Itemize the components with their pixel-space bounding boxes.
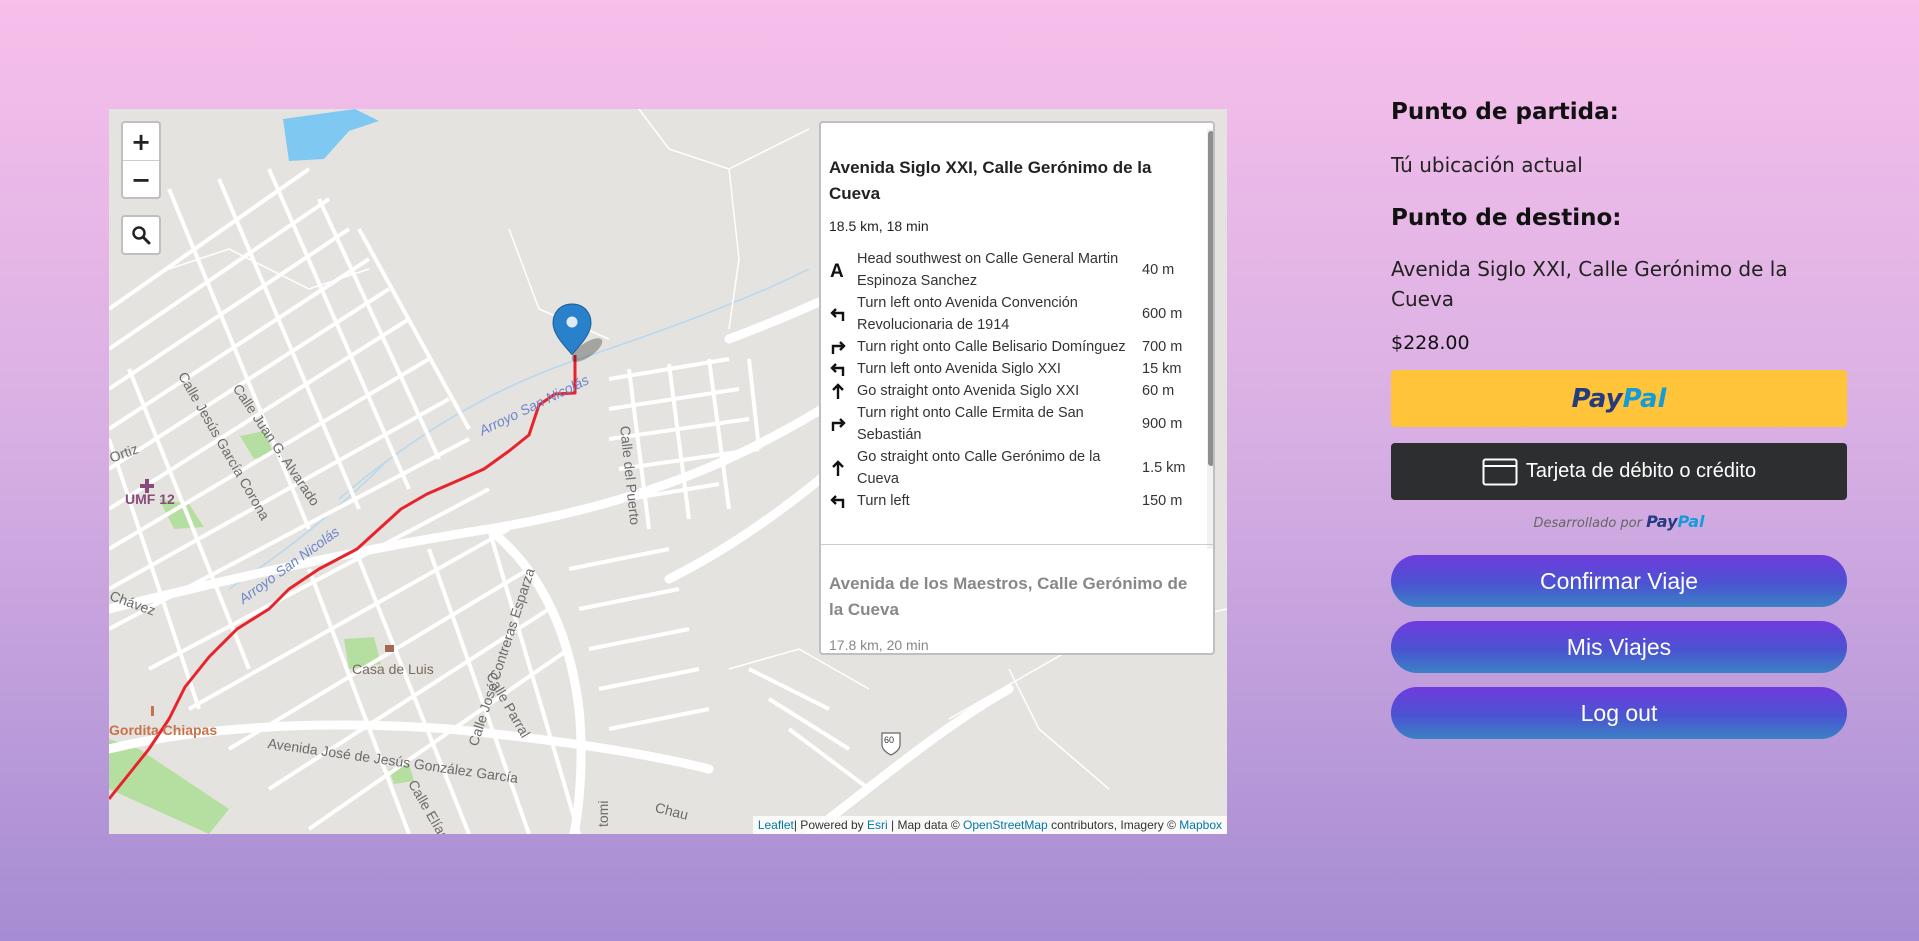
paypal-logo-pal: Pal bbox=[1677, 512, 1705, 531]
paypal-logo-pal: Pal bbox=[1622, 383, 1667, 414]
destination-value: Avenida Siglo XXI, Calle Gerónimo de la … bbox=[1391, 257, 1788, 311]
scrollbar-thumb[interactable] bbox=[1208, 131, 1213, 466]
esri-link[interactable]: Esri bbox=[867, 818, 888, 832]
routing-panel: Avenida Siglo XXI, Calle Gerónimo de la … bbox=[819, 121, 1215, 655]
paypal-logo-pay: Pay bbox=[1571, 383, 1623, 414]
step-text: Turn left onto Avenida Convención Revolu… bbox=[857, 295, 1078, 333]
step-distance: 900 m bbox=[1142, 416, 1183, 432]
map-label: Gordita Chiapas bbox=[109, 722, 218, 738]
route-summary: 17.8 km, 20 min bbox=[829, 637, 929, 653]
confirm-trip-button[interactable]: Confirmar Viaje bbox=[1391, 555, 1847, 607]
turn-left-icon bbox=[829, 360, 857, 378]
route-title: Avenida de los Maestros, Calle Gerónimo … bbox=[829, 574, 1188, 619]
step-distance: 1.5 km bbox=[1142, 460, 1186, 476]
search-icon bbox=[132, 226, 151, 245]
map-attribution: Leaflet| Powered by Esri | Map data © Op… bbox=[752, 816, 1227, 834]
step-text: Head southwest on Calle General Martin E… bbox=[857, 251, 1119, 289]
lodging-icon bbox=[385, 645, 394, 652]
trip-panel: Punto de partida: Tú ubicación actual Pu… bbox=[1391, 96, 1847, 739]
zoom-in-button[interactable]: + bbox=[123, 123, 159, 160]
map-label: Casa de Luis bbox=[352, 661, 434, 677]
park bbox=[109, 739, 229, 834]
origin-label: Punto de partida: bbox=[1391, 99, 1619, 125]
route-step[interactable]: Turn left onto Avenida Siglo XXI 15 km bbox=[829, 358, 1198, 380]
my-trips-button[interactable]: Mis Viajes bbox=[1391, 621, 1847, 673]
logout-button[interactable]: Log out bbox=[1391, 687, 1847, 739]
route-step[interactable]: Turn left 150 m bbox=[829, 490, 1198, 512]
step-distance: 600 m bbox=[1142, 306, 1183, 322]
attribution-text: | Powered by bbox=[793, 818, 868, 832]
route-title: Avenida Siglo XXI, Calle Gerónimo de la … bbox=[829, 158, 1152, 203]
mapbox-link[interactable]: Mapbox bbox=[1179, 818, 1222, 832]
step-text: Turn left bbox=[857, 493, 910, 509]
turn-left-icon bbox=[829, 305, 857, 323]
zoom-control: + − bbox=[121, 121, 161, 199]
route-step[interactable]: Turn right onto Calle Ermita de San Seba… bbox=[829, 402, 1198, 446]
straight-icon bbox=[829, 382, 857, 400]
turn-right-icon bbox=[829, 338, 857, 356]
attribution-text: | Map data © bbox=[887, 818, 964, 832]
geocoder-search-button[interactable] bbox=[121, 215, 161, 255]
card-button-label: Tarjeta de débito o crédito bbox=[1525, 460, 1757, 482]
powered-by-text: Desarrollado por bbox=[1533, 516, 1642, 531]
step-distance: 15 km bbox=[1142, 361, 1182, 377]
depart-icon: A bbox=[829, 261, 857, 279]
route-step[interactable]: Go straight onto Calle Gerónimo de la Cu… bbox=[829, 446, 1198, 490]
step-distance: 700 m bbox=[1142, 339, 1183, 355]
card-payment-button[interactable]: Tarjeta de débito o crédito bbox=[1391, 443, 1847, 500]
turn-left-icon bbox=[829, 492, 857, 510]
svg-text:A: A bbox=[830, 261, 844, 279]
route-step[interactable]: Turn right onto Calle Belisario Domíngue… bbox=[829, 336, 1198, 358]
step-text: Turn left onto Avenida Siglo XXI bbox=[857, 361, 1061, 377]
step-text: Go straight onto Avenida Siglo XXI bbox=[857, 383, 1080, 399]
trip-price: $228.00 bbox=[1391, 332, 1470, 354]
step-text: Turn right onto Calle Ermita de San Seba… bbox=[857, 405, 1084, 443]
route-summary: 18.5 km, 18 min bbox=[829, 218, 929, 234]
origin-value: Tú ubicación actual bbox=[1391, 153, 1583, 177]
instruction-list: A Head southwest on Calle General Martin … bbox=[829, 248, 1198, 512]
step-text: Turn right onto Calle Belisario Domíngue… bbox=[857, 339, 1126, 355]
map-label: UMF 12 bbox=[125, 491, 175, 507]
route-alternative-selected[interactable]: Avenida Siglo XXI, Calle Gerónimo de la … bbox=[821, 123, 1206, 544]
paypal-logo-pay: Pay bbox=[1646, 512, 1678, 531]
step-distance: 40 m bbox=[1142, 262, 1175, 278]
restaurant-icon bbox=[151, 706, 154, 716]
attribution-text: contributors, Imagery © bbox=[1047, 818, 1180, 832]
highway-shield-label: 60 bbox=[884, 735, 895, 745]
paypal-button[interactable]: Pay Pal bbox=[1391, 370, 1847, 427]
credit-card-icon bbox=[1482, 458, 1518, 485]
osm-link[interactable]: OpenStreetMap bbox=[963, 818, 1048, 832]
map[interactable]: Arroyo San Nicolás Arroyo San Nicolás Ca… bbox=[109, 109, 1227, 834]
straight-icon bbox=[829, 459, 857, 477]
powered-by-paypal: Desarrollado por PayPal bbox=[1391, 512, 1847, 531]
leaflet-link[interactable]: Leaflet bbox=[758, 818, 794, 832]
step-text: Go straight onto Calle Gerónimo de la Cu… bbox=[857, 449, 1101, 487]
turn-right-icon bbox=[829, 415, 857, 433]
route-step[interactable]: Go straight onto Avenida Siglo XXI 60 m bbox=[829, 380, 1198, 402]
map-label: tomi bbox=[595, 800, 611, 827]
step-distance: 60 m bbox=[1142, 383, 1175, 399]
route-alternative[interactable]: Avenida de los Maestros, Calle Gerónimo … bbox=[821, 544, 1213, 653]
route-step[interactable]: A Head southwest on Calle General Martin … bbox=[829, 248, 1198, 292]
zoom-out-button[interactable]: − bbox=[123, 160, 159, 198]
step-distance: 150 m bbox=[1142, 493, 1183, 509]
route-step[interactable]: Turn left onto Avenida Convención Revolu… bbox=[829, 292, 1198, 336]
destination-label: Punto de destino: bbox=[1391, 205, 1622, 231]
lake bbox=[283, 109, 379, 161]
